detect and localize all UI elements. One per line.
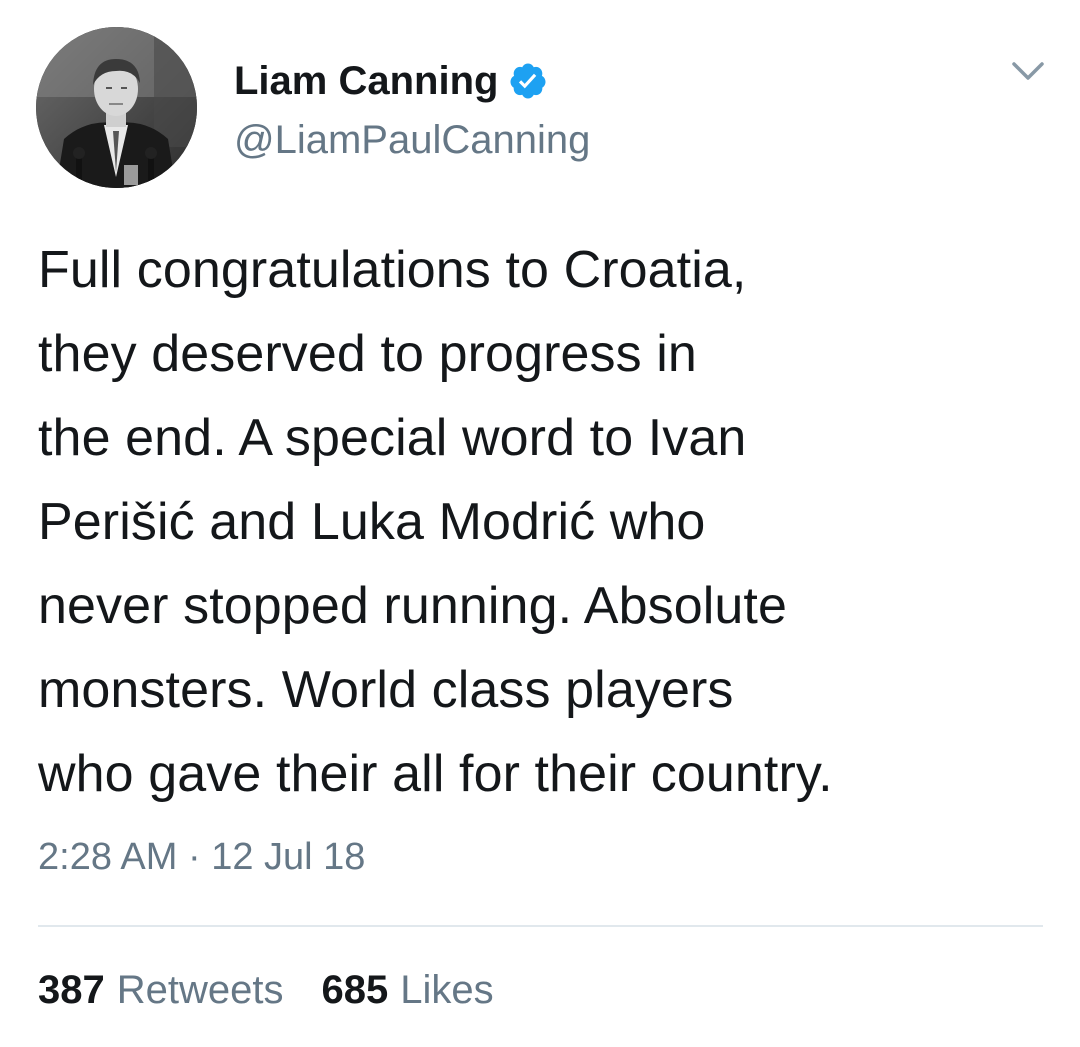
verified-badge-icon — [510, 63, 546, 99]
tweet-text: Full congratulations to Croatia, they de… — [38, 241, 833, 803]
divider — [38, 925, 1043, 927]
likes-stat[interactable]: 685 Likes — [322, 968, 494, 1013]
author-handle[interactable]: @LiamPaulCanning — [234, 118, 590, 163]
likes-label: Likes — [400, 968, 494, 1012]
tweet-stats: 387 Retweets 685 Likes — [38, 968, 494, 1013]
retweets-label: Retweets — [116, 968, 284, 1012]
author-display-name[interactable]: Liam Canning — [234, 59, 498, 104]
author-name-row[interactable]: Liam Canning — [234, 56, 548, 106]
tweet-card: Liam Canning @LiamPaulCanning Full congr… — [0, 0, 1080, 1047]
avatar-photo — [36, 27, 197, 188]
chevron-down-icon[interactable] — [1010, 56, 1046, 86]
likes-count: 685 — [321, 968, 389, 1012]
retweets-stat[interactable]: 387 Retweets — [38, 968, 284, 1013]
retweets-count: 387 — [38, 968, 105, 1012]
avatar[interactable] — [36, 27, 197, 188]
tweet-timestamp[interactable]: 2:28 AM · 12 Jul 18 — [38, 836, 365, 879]
